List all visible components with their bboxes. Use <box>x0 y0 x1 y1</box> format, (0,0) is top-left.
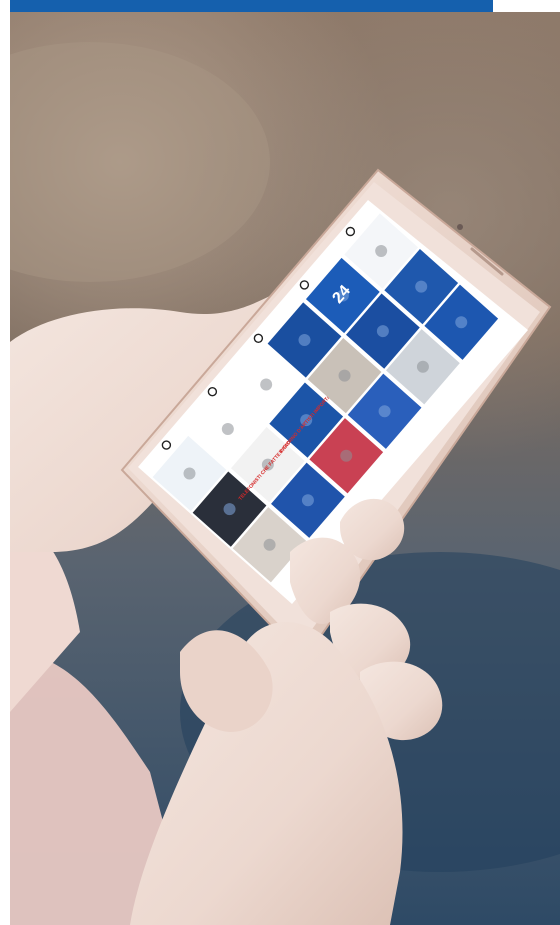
tile-photo-subject <box>301 494 314 507</box>
tile-photo-subject <box>263 538 276 551</box>
tile-photo-subject <box>338 369 351 382</box>
photo-illustration: 24TELEFONISTI CHE FATTE PRATEITTEIL GIOR… <box>10 12 560 925</box>
tile-photo-subject <box>340 449 353 462</box>
tile-photo-subject <box>375 245 388 258</box>
tile-photo-subject <box>223 503 236 516</box>
tile-photo-subject <box>221 423 234 436</box>
tile-photo-subject <box>416 360 429 373</box>
tile-photo-subject <box>260 378 273 391</box>
top-accent-bar <box>10 0 493 12</box>
tile-photo-subject <box>415 280 428 293</box>
tile-photo-subject <box>298 334 311 347</box>
tile-photo-subject <box>376 325 389 338</box>
scene: 24 TELEFONISTI CHE FATTE PRATEITTE IL GIOR… <box>0 0 560 925</box>
tile-photo-subject <box>183 467 196 480</box>
photo: 24 TELEFONISTI CHE FATTE PRATEITTE IL GIOR… <box>10 12 560 925</box>
tile-photo-subject <box>378 405 391 418</box>
tile-photo-subject <box>455 316 468 329</box>
